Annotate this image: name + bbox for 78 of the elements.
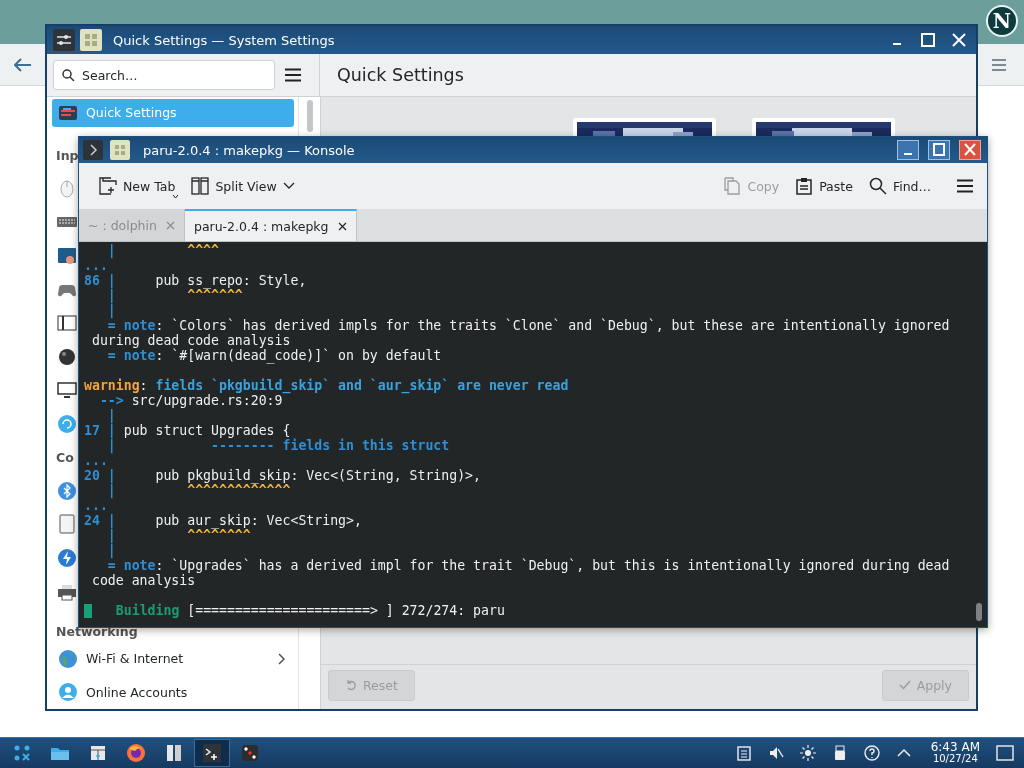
mouse-icon (57, 178, 77, 199)
menu-icon[interactable] (285, 68, 301, 82)
muted-speaker-icon[interactable] (767, 745, 784, 761)
sidebar-item[interactable]: Wi-Fi & Internet (52, 641, 294, 676)
search-icon (62, 69, 75, 82)
section-header: Networking (56, 623, 138, 639)
sphere-icon (57, 346, 77, 367)
paste-button[interactable]: Paste (791, 170, 857, 202)
clock-date[interactable]: 10/27/24 (932, 753, 978, 765)
terminal-line: | ^^^^^^^^ (106, 528, 251, 543)
screen-icon (57, 313, 77, 334)
minimize-icon[interactable] (897, 140, 919, 160)
section-header: Co (56, 449, 74, 465)
terminal-line: = note: `Upgrades` has a derived impl for the trait `Debug`, but this is intentionally ignored during dead (106, 558, 951, 573)
help-icon[interactable] (863, 745, 880, 761)
thunderbolt-icon (57, 547, 77, 568)
chevron-icon (278, 652, 286, 665)
terminal-line: 24 | pub aur_skip: Vec<String>, (84, 513, 363, 528)
terminal-line: | (106, 543, 117, 558)
close-icon[interactable] (337, 221, 347, 231)
back-icon[interactable] (14, 57, 32, 72)
search-field[interactable]: Search… (53, 60, 275, 90)
brightness-icon[interactable] (799, 745, 816, 761)
paste-icon (795, 177, 814, 195)
new-tab-button[interactable]: New Tab (95, 170, 180, 202)
terminal-line: ... (84, 258, 109, 273)
terminal-line: during dead code analysis (90, 333, 292, 348)
terminal-icon[interactable] (194, 739, 230, 767)
new-tab-icon (99, 177, 117, 195)
check-icon (898, 679, 911, 691)
clipboard-icon[interactable] (735, 745, 752, 761)
menu-icon[interactable] (957, 179, 973, 193)
terminal-line: | -------- fields in this struct (106, 438, 451, 453)
terminal-line: Building [======================> ] 272/274: paru (114, 603, 505, 618)
scrollbar-thumb[interactable] (976, 603, 982, 621)
clock-time[interactable]: 6:43 AM (930, 741, 980, 753)
terminal-line: | (106, 303, 117, 318)
terminal-line: | ^^^^ (106, 243, 220, 258)
terminal-line: 17 | pub struct Upgrades { (84, 423, 291, 438)
terminal-line: 86 | pub ss_repo: Style, (84, 273, 308, 288)
page-title: Quick Settings (336, 65, 464, 85)
caret-icon (172, 194, 180, 199)
split-view-icon (191, 177, 210, 195)
sidebar-item[interactable]: Online Accounts (52, 675, 294, 709)
terminal-line: --> src/upgrade.rs:20:9 (98, 393, 283, 408)
search-icon (868, 177, 887, 195)
terminal-line: | ^^^^^^^^^^^^^ (106, 483, 291, 498)
terminal-line: code analysis (90, 573, 197, 588)
section-header: Inp (56, 147, 79, 163)
terminal-line: = note: `#[warn(dead_code)]` on by default (106, 348, 443, 363)
globe-icon (58, 648, 78, 669)
sync-icon (57, 413, 77, 434)
touchscreen-icon (57, 246, 77, 267)
window-title: Quick Settings — System Settings (113, 32, 335, 48)
terminal-line: ... (84, 498, 109, 513)
terminal-line: | (106, 408, 117, 423)
split-view-button[interactable]: Split View (187, 170, 299, 202)
maximize-icon[interactable] (928, 140, 950, 160)
tablet-icon (57, 514, 77, 535)
copy-icon (723, 177, 742, 195)
terminal-line: warning: fields `pkgbuild_skip` and `aur_skip` are never read (84, 378, 570, 393)
window-title: paru-2.0.4 : makepkg — Konsole (143, 142, 355, 158)
sliders-icon[interactable] (53, 29, 75, 51)
terminal-line: = note: `Colors` has derived impls for the traits `Clone` and `Debug`, but these are intentionally ignored (106, 318, 951, 333)
terminal-cursor (84, 603, 92, 618)
bluetooth-icon (57, 480, 77, 501)
show-desktop-icon[interactable] (996, 745, 1014, 761)
terminal-line: ... (84, 453, 109, 468)
tab[interactable]: paru-2.0.4 : makepkg (184, 209, 357, 241)
user-icon (58, 682, 78, 703)
terminal-line: | ^^^^^^^ (106, 288, 243, 303)
chevron-icon[interactable] (83, 140, 103, 160)
caret-icon (282, 182, 295, 190)
monitor-icon (57, 380, 77, 401)
find-button[interactable]: Find… (864, 170, 935, 202)
terminal-line: 20 | pub pkgbuild_skip: Vec<(String, String)>, (84, 468, 482, 483)
undo-icon (345, 679, 357, 691)
scrollbar-thumb[interactable] (306, 100, 313, 132)
